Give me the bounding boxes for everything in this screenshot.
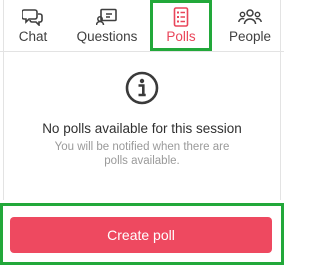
create-poll-button[interactable]: Create poll — [10, 217, 272, 253]
people-group-icon — [238, 8, 262, 26]
poll-list-icon — [173, 7, 189, 27]
chat-bubbles-icon — [22, 8, 44, 26]
tab-bar: Chat Questions Polls People — [0, 0, 284, 52]
tab-people-label: People — [228, 29, 272, 44]
tab-chat-label: Chat — [18, 29, 48, 44]
tab-questions[interactable]: Questions — [70, 0, 144, 52]
tab-people[interactable]: People — [218, 0, 282, 52]
empty-state-title: No polls available for this session — [42, 121, 242, 136]
question-board-icon — [96, 8, 118, 26]
tab-polls-label: Polls — [166, 29, 196, 44]
info-icon — [125, 71, 159, 105]
empty-state-subtitle: You will be notified when there are poll… — [54, 141, 230, 167]
tab-chat[interactable]: Chat — [2, 0, 64, 52]
empty-state: No polls available for this session You … — [3, 52, 281, 200]
tab-polls[interactable]: Polls — [150, 0, 212, 51]
tab-questions-label: Questions — [76, 29, 138, 44]
